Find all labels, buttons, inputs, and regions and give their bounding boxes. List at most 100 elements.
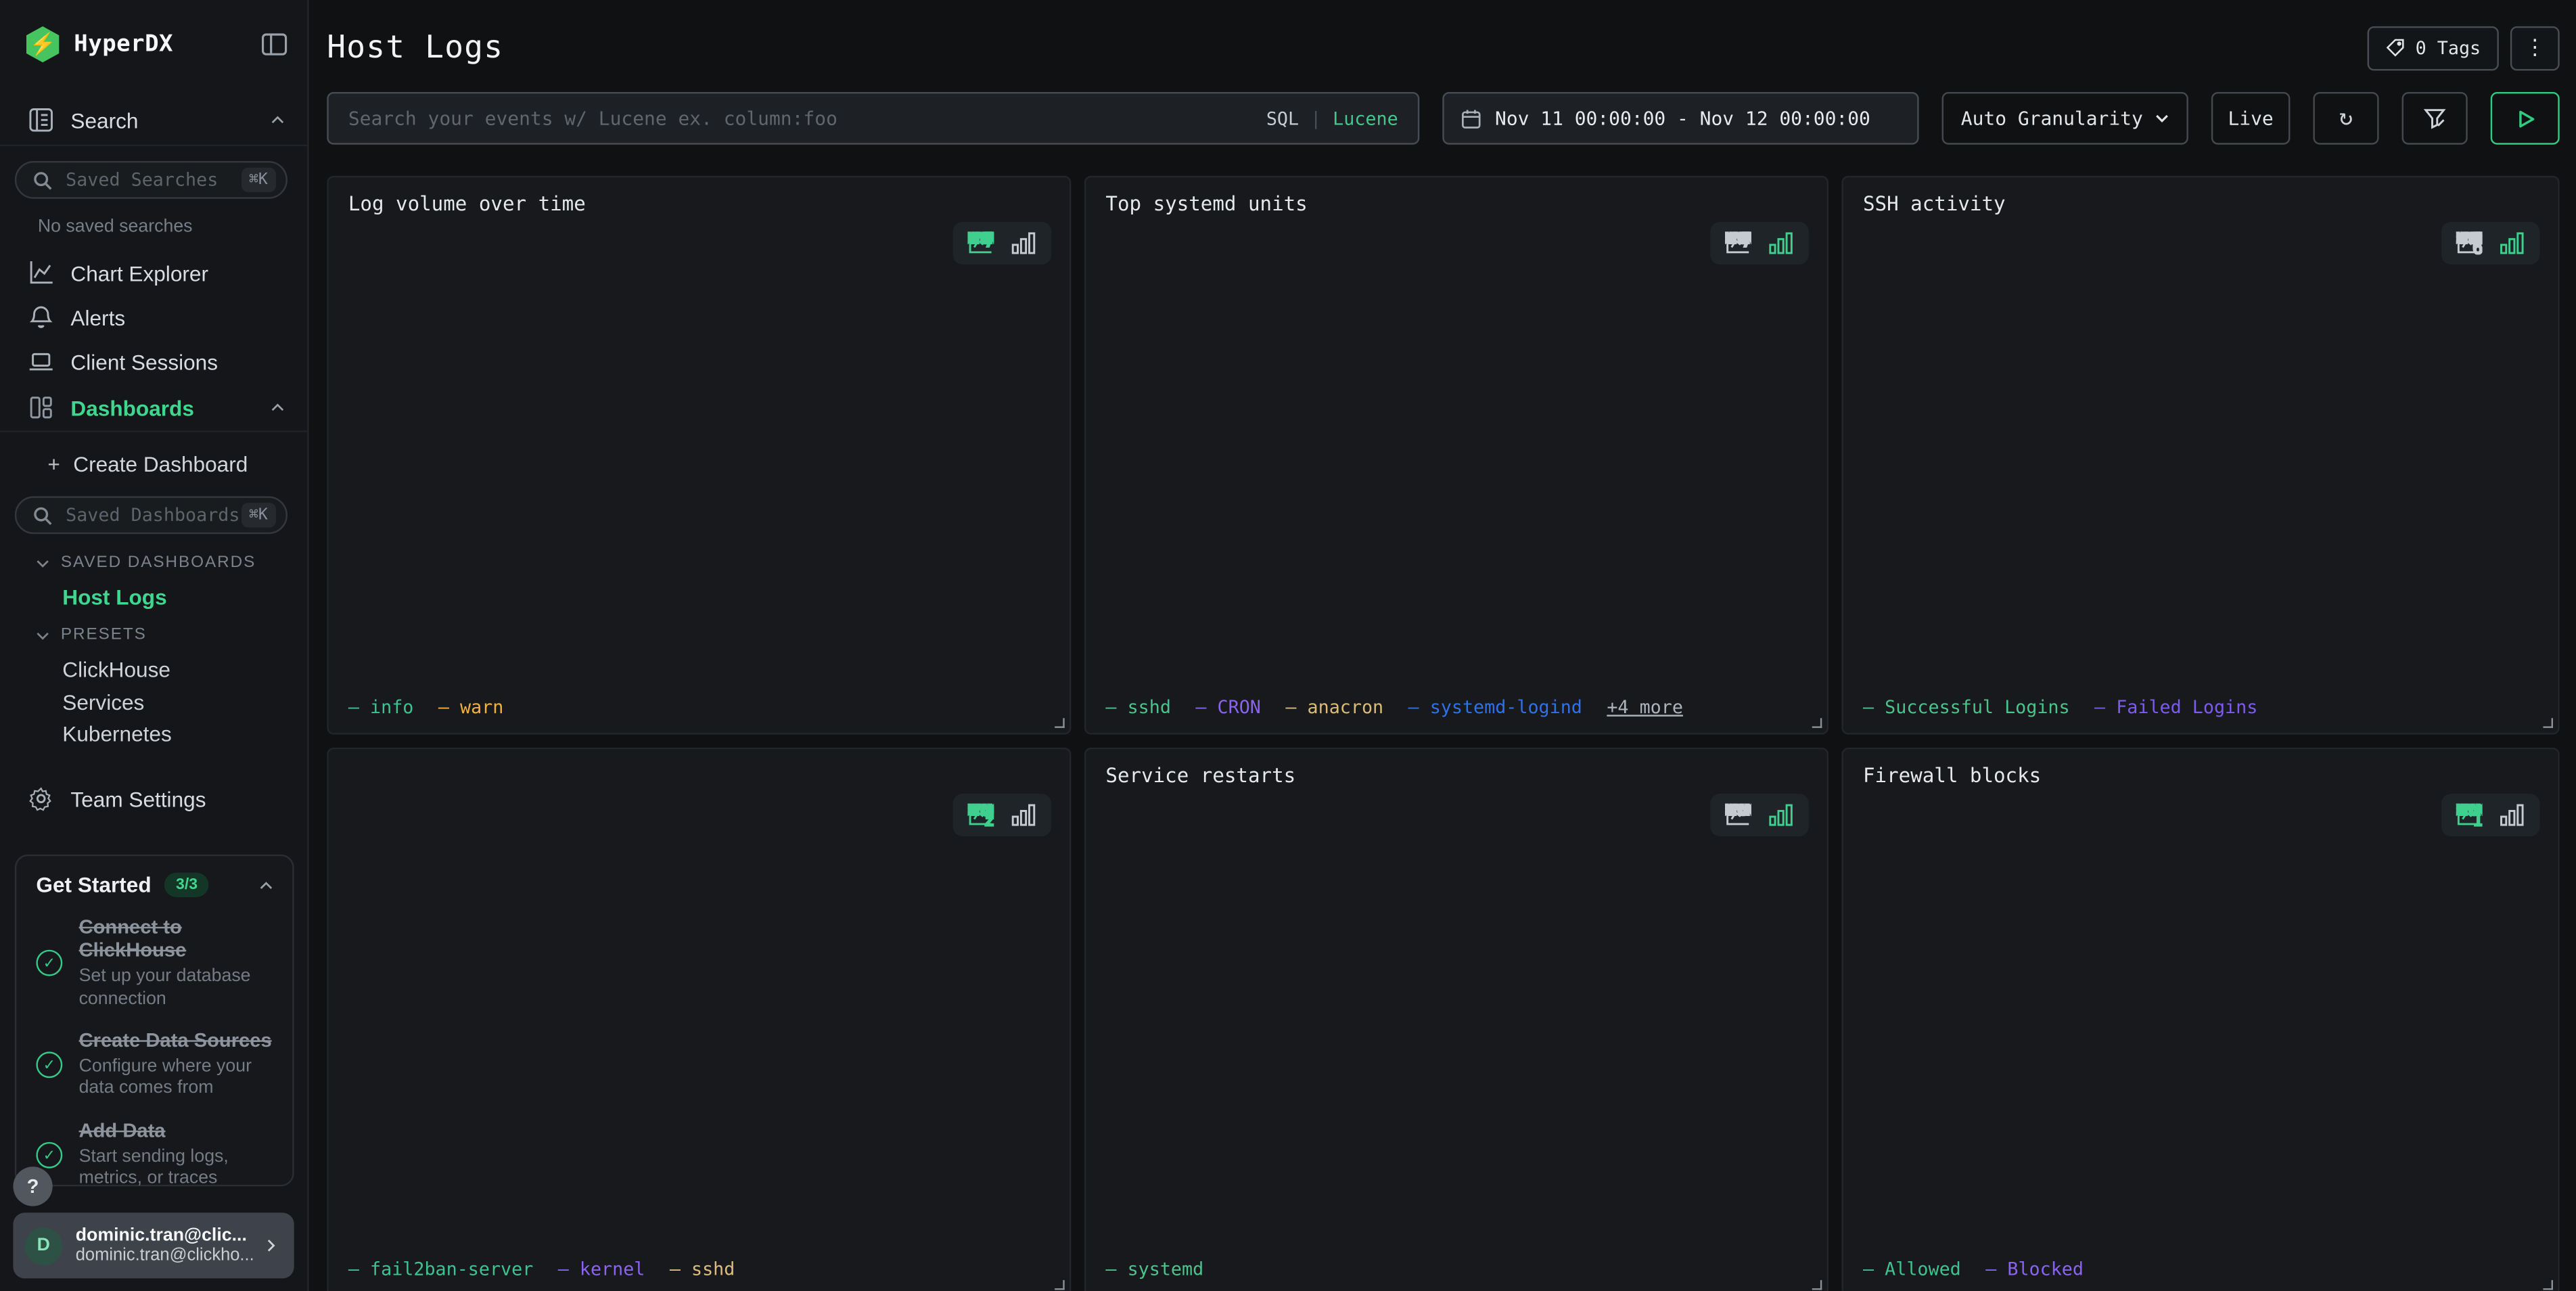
line-chart-icon[interactable]: 02505007501KNov 11 12:00:00 AM10:30:00 A… (967, 231, 994, 254)
chart-type-toggle[interactable]: 02468Nov 11 12:00:00 AM10:30:00 AM11:30:… (1710, 794, 1809, 836)
search-placeholder: Search your events w/ Lucene ex. column:… (348, 107, 837, 130)
chart-type-toggle[interactable]: 0150300450600Nov 11 12:00:00 AM10:30:00 … (2441, 222, 2540, 265)
chart-plot[interactable] (348, 219, 1050, 683)
chart-type-toggle[interactable]: 02505007501KNov 11 12:00:00 AM10:30:00 A… (1710, 222, 1809, 265)
legend-more-link[interactable]: +4 more (1607, 696, 1683, 717)
panel-resize-handle[interactable] (1812, 718, 1822, 728)
refresh-icon: ↻ (2339, 105, 2353, 131)
dashboard-grid: Log volume over time 02505007501KNov 11 … (327, 176, 2559, 1291)
panel-resize-handle[interactable] (1055, 718, 1065, 728)
brand-name: HyperDX (74, 31, 173, 58)
filter-button[interactable] (2402, 92, 2468, 145)
sidebar-item-team-settings[interactable]: Team Settings (0, 775, 307, 821)
legend-item: — Blocked (1985, 1258, 2084, 1279)
live-button[interactable]: Live (2211, 92, 2291, 145)
date-range-picker[interactable]: Nov 11 00:00:00 - Nov 12 00:00:00 (1442, 92, 1918, 145)
granularity-value: Auto Granularity (1961, 107, 2143, 130)
tags-button[interactable]: 0 Tags (2368, 26, 2499, 70)
brand-header: ⚡ HyperDX (26, 23, 288, 66)
bar-chart-icon[interactable] (1011, 231, 1037, 254)
get-started-step[interactable]: ✓ Create Data Sources Configure where yo… (36, 1029, 273, 1102)
filter-icon (2423, 107, 2446, 130)
bar-chart-icon[interactable] (2499, 231, 2525, 254)
legend-item: — Allowed (1863, 1258, 1961, 1279)
event-search-input[interactable]: Search your events w/ Lucene ex. column:… (327, 92, 1419, 145)
chevron-down-icon (36, 556, 49, 569)
chart-type-toggle[interactable]: 050100150200Nov 11 12:00:00 AM10:30:00 A… (953, 794, 1052, 836)
sidebar-preset-kubernetes[interactable]: Kubernetes (62, 721, 171, 746)
chevron-up-icon[interactable] (260, 878, 273, 891)
legend-item: — warn (438, 696, 504, 717)
sidebar-preset-clickhouse[interactable]: ClickHouse (62, 657, 170, 681)
chart-plot[interactable] (1105, 790, 1807, 1246)
legend-item: — anacron (1285, 696, 1383, 717)
line-chart-icon[interactable]: 0150300450600Nov 11 12:00:00 AM10:30:00 … (2456, 231, 2483, 254)
legend-item: — systemd-logind (1408, 696, 1582, 717)
step-title: Connect to ClickHouse (79, 915, 273, 963)
bar-chart-icon[interactable] (1011, 804, 1037, 827)
saved-dashboards-input[interactable]: Saved Dashboards ⌘K (15, 496, 288, 534)
line-chart-icon[interactable]: 0306090120Nov 11 12:00:00 AM10:30:00 AM1… (2456, 804, 2483, 827)
refresh-button[interactable]: ↻ (2313, 92, 2378, 145)
sidebar: ⚡ HyperDX Search Saved Searches ⌘K No sa… (0, 0, 309, 1291)
line-chart-icon[interactable]: 02468Nov 11 12:00:00 AM10:30:00 AM11:30:… (1725, 804, 1751, 827)
get-started-title: Get Started (36, 873, 151, 897)
dashboard-panel-4: 050100150200Nov 11 12:00:00 AM10:30:00 A… (327, 748, 1071, 1291)
saved-dashboards-placeholder: Saved Dashboards (66, 505, 239, 526)
bar-chart-icon[interactable] (1768, 804, 1794, 827)
hyperdx-app: ⚡ HyperDX Search Saved Searches ⌘K No sa… (0, 0, 2576, 1291)
saved-searches-input[interactable]: Saved Searches ⌘K (15, 161, 288, 199)
help-button[interactable]: ? (13, 1167, 52, 1206)
chart-canvas (1863, 219, 2538, 683)
panel-resize-handle[interactable] (2543, 718, 2553, 728)
chart-explorer-icon (26, 258, 54, 286)
chart-plot[interactable] (348, 790, 1050, 1246)
get-started-step[interactable]: ✓ Add Data Start sending logs, metrics, … (36, 1119, 273, 1192)
line-chart-icon[interactable]: 02505007501KNov 11 12:00:00 AM10:30:00 A… (1725, 231, 1751, 254)
run-query-button[interactable] (2491, 92, 2560, 145)
granularity-select[interactable]: Auto Granularity (1942, 92, 2188, 145)
plus-icon: + (47, 452, 60, 476)
chart-canvas (348, 790, 1050, 1246)
panel-resize-handle[interactable] (1055, 1280, 1065, 1290)
section-presets[interactable]: PRESETS (36, 626, 146, 644)
dashboard-panel-6: Firewall blocks 0306090120Nov 11 12:00:0… (1841, 748, 2559, 1291)
panel-menu-button[interactable]: ⋮ (2510, 26, 2560, 70)
dashboard-panel-3: SSH activity 0150300450600Nov 11 12:00:0… (1841, 176, 2559, 735)
get-started-step[interactable]: ✓ Connect to ClickHouse Set up your data… (36, 915, 273, 1012)
sidebar-collapse-icon[interactable] (261, 33, 288, 56)
panel-resize-handle[interactable] (2543, 1280, 2553, 1290)
chart-legend: — sshd— CRON— anacron— systemd-logind+4 … (1105, 694, 1807, 720)
sidebar-dashboard-host-logs[interactable]: Host Logs (62, 585, 166, 610)
sidebar-item-chart-explorer[interactable]: Chart Explorer (0, 250, 307, 296)
chart-type-toggle[interactable]: 02505007501KNov 11 12:00:00 AM10:30:00 A… (953, 222, 1052, 265)
sql-mode-toggle[interactable]: SQL (1266, 108, 1299, 129)
sidebar-item-alerts[interactable]: Alerts (0, 294, 307, 340)
user-menu[interactable]: D dominic.tran@clic... dominic.tran@clic… (13, 1213, 294, 1278)
svg-text:11:30:00 PM: 11:30:00 PM (2456, 804, 2481, 820)
chart-type-toggle[interactable]: 0306090120Nov 11 12:00:00 AM10:30:00 AM1… (2441, 794, 2540, 836)
sidebar-preset-services[interactable]: Services (62, 690, 144, 715)
step-description: Set up your database connection (79, 966, 273, 1011)
panel-title (348, 764, 1050, 790)
sidebar-item-dashboards[interactable]: Dashboards (0, 384, 307, 430)
chart-plot[interactable] (1105, 219, 1807, 683)
bar-chart-icon[interactable] (2499, 804, 2525, 827)
chart-plot[interactable] (1863, 790, 2538, 1246)
panel-title: SSH activity (1863, 192, 2538, 219)
line-chart-icon[interactable]: 050100150200Nov 11 12:00:00 AM10:30:00 A… (967, 804, 994, 827)
legend-item: — sshd (1105, 696, 1171, 717)
bar-chart-icon[interactable] (1768, 231, 1794, 254)
create-dashboard-button[interactable]: +Create Dashboard (47, 452, 248, 476)
panel-resize-handle[interactable] (1812, 1280, 1822, 1290)
sidebar-item-client-sessions[interactable]: Client Sessions (0, 338, 307, 384)
lucene-mode-toggle[interactable]: Lucene (1333, 108, 1398, 129)
legend-item: — info (348, 696, 414, 717)
step-title: Add Data (79, 1119, 273, 1143)
section-saved-dashboards[interactable]: SAVED DASHBOARDS (36, 553, 256, 572)
chart-plot[interactable] (1863, 219, 2538, 683)
sidebar-item-search[interactable]: Search (0, 97, 307, 143)
search-nav-icon (26, 106, 54, 134)
chart-legend: — Successful Logins— Failed Logins (1863, 694, 2538, 720)
chart-canvas (348, 219, 1050, 683)
